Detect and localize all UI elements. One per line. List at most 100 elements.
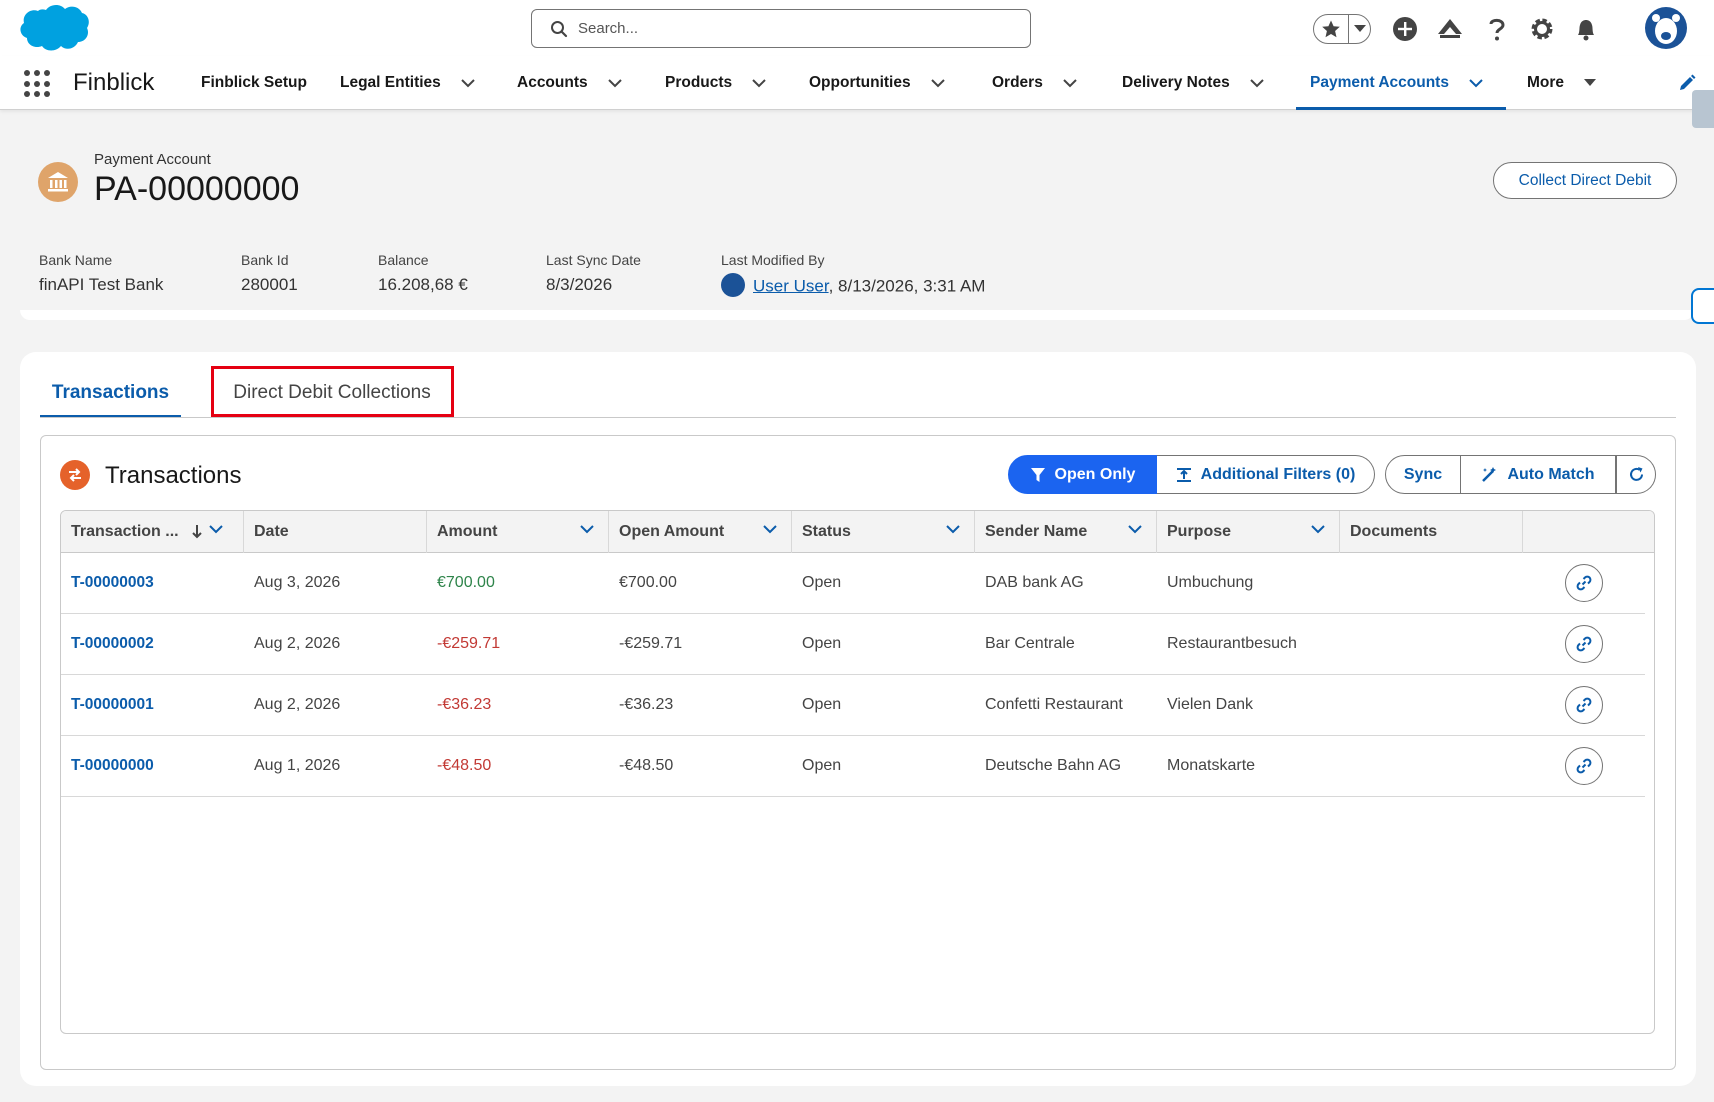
help-button[interactable] [1482,14,1512,44]
transactions-title: Transactions [105,462,242,489]
link-button[interactable] [1565,747,1603,785]
cell-date: Aug 1, 2026 [254,757,341,774]
nav-item-products[interactable]: Products [665,56,766,110]
cell-purpose: Restaurantbesuch [1167,635,1297,652]
refresh-button[interactable] [1616,455,1656,494]
column-header-amount[interactable]: Amount [427,511,609,553]
tab-transactions[interactable]: Transactions [40,368,181,418]
cell-documents [1340,553,1350,613]
cell-amount: -€36.23 [437,696,492,713]
additional-filters-button[interactable]: Additional Filters (0) [1157,455,1375,494]
sort-down-icon[interactable] [191,525,203,539]
user-avatar-small [721,273,745,297]
link-icon [1576,758,1592,774]
transaction-id-link[interactable]: T-00000002 [61,614,154,674]
open-only-button[interactable]: Open Only [1008,455,1157,494]
nav-item-more[interactable]: More [1527,56,1597,110]
bell-icon [1578,20,1594,41]
app-name: Finblick [73,69,155,96]
column-header-label: Sender Name [985,523,1088,540]
chevron-down-icon[interactable] [461,78,475,88]
column-header-status[interactable]: Status [792,511,975,553]
chevron-down-icon[interactable] [209,525,223,534]
chevron-down-icon[interactable] [930,78,945,88]
column-header-label: Status [802,523,851,540]
cell-open-amount: -€36.23 [619,696,674,713]
nav-item-label: More [1527,74,1565,91]
tabs-divider [40,417,1676,418]
nav-item-accounts[interactable]: Accounts [517,56,622,110]
favorites-menu-button[interactable] [1348,15,1370,43]
cell-sender-name: Confetti Restaurant [985,696,1123,713]
nav-item-finblick-setup[interactable]: Finblick Setup [201,56,307,110]
column-header-documents[interactable]: Documents [1340,511,1523,553]
table-row: T-00000000 Aug 1, 2026 -€48.50 -€48.50 O… [61,736,1645,797]
cell-documents [1340,675,1350,735]
nav-item-delivery-notes[interactable]: Delivery Notes [1122,56,1264,110]
cell-status: Open [802,757,842,774]
setup-button[interactable] [1527,14,1557,44]
nav-item-label: Opportunities [809,74,911,91]
link-button[interactable] [1565,564,1603,602]
global-header [0,0,1714,56]
chevron-down-icon[interactable] [580,525,594,534]
auto-match-label: Auto Match [1507,465,1595,483]
nav-item-label: Delivery Notes [1122,74,1230,91]
transaction-id-link[interactable]: T-00000001 [61,675,154,735]
user-avatar[interactable] [1645,7,1687,49]
pencil-icon [1680,74,1696,90]
chevron-down-icon[interactable] [946,525,960,534]
transaction-id-link[interactable]: T-00000003 [61,553,154,613]
chevron-down-icon[interactable] [1128,525,1142,534]
transaction-id-link[interactable]: T-00000000 [61,736,154,796]
nav-item-opportunities[interactable]: Opportunities [809,56,945,110]
field-value: 280001 [241,275,298,294]
app-launcher-button[interactable] [24,70,52,98]
link-icon [1576,636,1592,652]
salesforce-logo[interactable] [16,2,90,54]
collect-direct-debit-button[interactable]: Collect Direct Debit [1493,162,1677,199]
chevron-down-icon[interactable] [1469,78,1483,88]
chevron-down-icon[interactable] [607,78,622,88]
side-panel-toggle[interactable] [1692,90,1714,128]
nav-item-label: Payment Accounts [1310,74,1449,91]
sync-button[interactable]: Sync [1385,455,1461,494]
nav-item-payment-accounts[interactable]: Payment Accounts [1296,56,1506,110]
trailhead-button[interactable] [1435,14,1465,44]
notifications-button[interactable] [1571,14,1601,44]
column-header-transaction[interactable]: Transaction ... [61,511,244,553]
global-create-button[interactable] [1390,14,1420,44]
additional-filters-label: Additional Filters (0) [1200,465,1356,483]
record-header-card [20,310,1694,320]
column-header-sender-name[interactable]: Sender Name [975,511,1157,553]
link-button[interactable] [1565,625,1603,663]
nav-item-orders[interactable]: Orders [992,56,1077,110]
chevron-down-icon[interactable] [763,525,777,534]
modified-date: , 8/13/2026, 3:31 AM [828,276,986,296]
global-search[interactable] [531,9,1031,48]
cloud-utility-icon[interactable] [1691,288,1714,324]
highlight-box [211,366,454,417]
user-avatar-icon [1652,14,1680,44]
field-balance: Balance 16.208,68 € [378,252,468,295]
column-header-label: Documents [1350,523,1438,540]
caret-down-icon[interactable] [1584,79,1597,87]
chevron-down-icon[interactable] [1311,525,1325,534]
nav-item-label: Accounts [517,74,588,91]
cell-open-amount: €700.00 [619,574,677,591]
favorites-star-button[interactable] [1314,15,1348,43]
link-button[interactable] [1565,686,1603,724]
modified-by-user-link[interactable]: User User [753,276,829,295]
chevron-down-icon[interactable] [1063,78,1077,88]
column-header-date[interactable]: Date [244,511,427,553]
cell-documents [1340,614,1350,674]
nav-item-label: Finblick Setup [201,74,307,91]
column-header-label: Date [254,523,289,540]
column-header-purpose[interactable]: Purpose [1157,511,1340,553]
auto-match-button[interactable]: Auto Match [1461,455,1616,494]
search-input[interactable] [578,20,998,37]
column-header-open-amount[interactable]: Open Amount [609,511,792,553]
chevron-down-icon[interactable] [752,78,766,88]
nav-item-legal-entities[interactable]: Legal Entities [340,56,475,110]
chevron-down-icon[interactable] [1249,78,1264,88]
